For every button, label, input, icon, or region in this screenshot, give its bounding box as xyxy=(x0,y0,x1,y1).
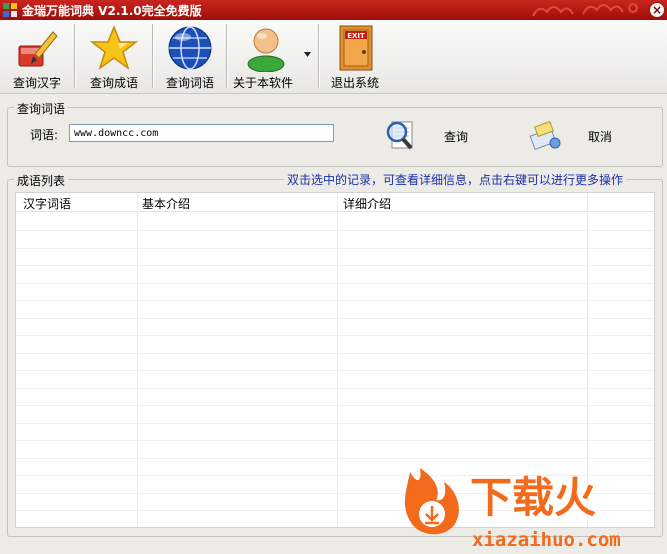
query-word-button[interactable]: 查询词语 xyxy=(156,20,224,92)
exit-button[interactable]: EXIT 退出系统 xyxy=(322,20,388,92)
search-label: 查询 xyxy=(444,130,469,144)
grid-line xyxy=(16,230,654,231)
user-icon xyxy=(247,28,285,72)
query-idiom-button[interactable]: 查询成语 xyxy=(78,20,150,92)
grid-line xyxy=(16,405,654,406)
chevron-down-icon[interactable] xyxy=(304,52,311,57)
grid-line xyxy=(16,458,654,459)
xiazaihuo-watermark: 下载火 xiazaihuo.com xyxy=(404,468,621,551)
cancel-label: 取消 xyxy=(588,130,613,144)
toolbar-label: 查询汉字 xyxy=(12,76,61,90)
grid-line xyxy=(16,265,654,266)
query-hanzi-button[interactable]: 查询汉字 xyxy=(2,20,72,92)
query-group-title: 查询词语 xyxy=(14,100,69,117)
grid-line xyxy=(16,423,654,424)
grid-line xyxy=(16,440,654,441)
watermark-brand: 下载火 xyxy=(470,473,596,522)
cancel-button[interactable]: 取消 xyxy=(528,116,618,156)
about-button[interactable]: 关于本软件 xyxy=(230,20,316,92)
column-header[interactable]: 汉字词语 xyxy=(23,195,71,212)
magnifier-document-icon xyxy=(386,121,413,150)
toolbar-label: 查询成语 xyxy=(89,76,138,90)
grid-line xyxy=(16,335,654,336)
grid-line xyxy=(16,353,654,354)
toolbar: 查询汉字 查询成语 查询词语 关于本软件 EXIT 退出系统 xyxy=(0,20,667,94)
grid-line xyxy=(16,370,654,371)
exit-door-icon: EXIT xyxy=(339,25,373,71)
word-field-label: 词语: xyxy=(30,128,59,142)
watermark-domain: xiazaihuo.com xyxy=(472,529,621,551)
column-header[interactable]: 详细介绍 xyxy=(343,195,391,212)
app-icon xyxy=(3,3,17,17)
grid-line xyxy=(16,248,654,249)
toolbar-label: 查询词语 xyxy=(165,76,214,90)
title-bar: 金瑞万能词典 V2.1.0完全免费版 × xyxy=(0,0,667,20)
column-divider xyxy=(137,193,138,527)
window-title: 金瑞万能词典 V2.1.0完全免费版 xyxy=(22,4,202,18)
globe-icon xyxy=(168,26,212,70)
grid-line xyxy=(16,300,654,301)
column-divider xyxy=(337,193,338,527)
grid-line xyxy=(16,388,654,389)
column-header[interactable]: 基本介绍 xyxy=(142,195,190,212)
brush-icon xyxy=(18,31,58,67)
search-button[interactable]: 查询 xyxy=(384,116,474,156)
grid-line xyxy=(16,283,654,284)
toolbar-label: 退出系统 xyxy=(330,76,379,90)
cloud-pattern-decoration xyxy=(532,3,638,17)
results-hint: 双击选中的记录，可查看详细信息，点击右键可以进行更多操作 xyxy=(284,171,627,188)
toolbar-separator xyxy=(74,24,76,88)
toolbar-separator xyxy=(152,24,154,88)
svg-text:EXIT: EXIT xyxy=(347,32,365,40)
toolbar-label: 关于本软件 xyxy=(232,76,293,90)
toolbar-separator xyxy=(318,24,320,88)
close-icon[interactable]: × xyxy=(649,2,665,18)
table-header: 汉字词语 基本介绍 详细介绍 xyxy=(16,193,654,212)
word-input[interactable] xyxy=(69,124,334,142)
results-group-title: 成语列表 xyxy=(14,172,69,189)
star-icon xyxy=(90,24,138,70)
grid-line xyxy=(16,318,654,319)
clear-icon xyxy=(529,120,561,150)
